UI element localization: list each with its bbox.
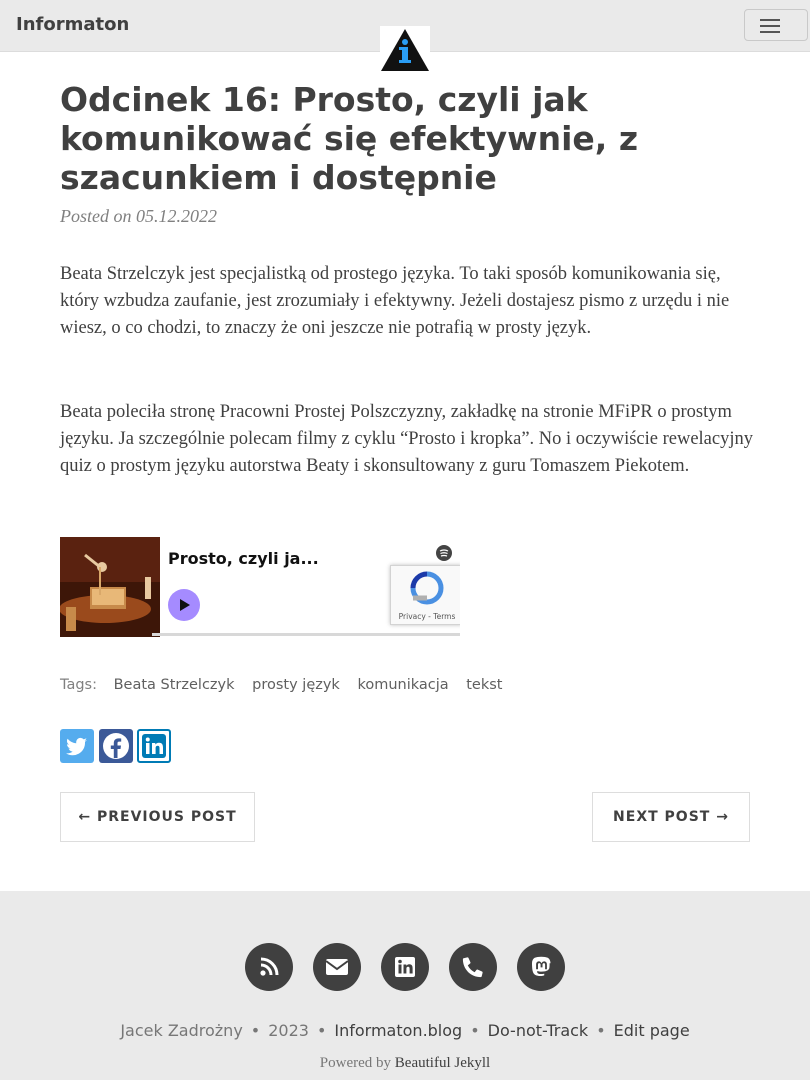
twitter-icon (66, 737, 87, 756)
play-button[interactable] (168, 589, 200, 621)
mastodon-icon (532, 956, 551, 976)
share-facebook-button[interactable] (99, 729, 133, 763)
footer-year: 2023 (268, 1021, 309, 1040)
footer-author: Jacek Zadrożny (120, 1021, 243, 1040)
email-icon (325, 959, 349, 975)
episode-title: Prosto, czyli ja... (168, 549, 319, 568)
spotify-embed[interactable]: Prosto, czyli ja... Privacy - Terms (60, 537, 460, 637)
hamburger-icon (760, 19, 780, 21)
phone-icon (462, 957, 483, 978)
post-meta: Posted on 05.12.2022 (60, 206, 217, 226)
tags-label: Tags: (60, 677, 97, 693)
recaptcha-icon (410, 571, 444, 605)
footer-email-button[interactable] (313, 943, 361, 991)
tag-link[interactable]: prosty język (252, 677, 340, 693)
footer-mastodon-button[interactable] (517, 943, 565, 991)
tag-link[interactable]: tekst (466, 677, 502, 693)
brand-link[interactable]: Informaton (16, 14, 129, 35)
next-post-button[interactable]: NEXT POST → (592, 792, 750, 842)
share-twitter-button[interactable] (60, 729, 94, 763)
progress-bar[interactable] (152, 633, 460, 636)
tags-list: Tags: Beata Strzelczyk prosty język komu… (60, 677, 516, 693)
spotify-icon[interactable] (436, 545, 452, 561)
footer: Jacek Zadrożny • 2023 • Informaton.blog • Do-n… (0, 891, 810, 1080)
recaptcha-badge[interactable]: Privacy - Terms (390, 565, 460, 625)
info-triangle-logo[interactable] (380, 26, 430, 72)
recaptcha-terms[interactable]: Privacy - Terms (391, 612, 460, 621)
powered-by: Powered by Beautiful Jekyll (319, 1055, 491, 1071)
linkedin-icon (395, 957, 415, 977)
post-paragraph-2: Beata poleciła stronę Pracowni Prostej P… (60, 402, 753, 476)
footer-credits: Jacek Zadrożny • 2023 • Informaton.blog • Do-n… (120, 1021, 690, 1040)
post-paragraph-1: Beata Strzelczyk jest specjalistką od pr… (60, 264, 730, 338)
footer-phone-button[interactable] (449, 943, 497, 991)
menu-toggle-button[interactable] (744, 9, 808, 41)
tag-link[interactable]: komunikacja (357, 677, 448, 693)
rss-icon (260, 957, 279, 976)
footer-edit-link[interactable]: Edit page (614, 1021, 690, 1040)
play-icon (180, 599, 190, 611)
facebook-icon (103, 733, 129, 759)
post-title: Odcinek 16: Prosto, czyli jak komunikowa… (60, 80, 639, 197)
footer-dnt-link[interactable]: Do-not-Track (488, 1021, 589, 1040)
footer-site-link[interactable]: Informaton.blog (334, 1021, 462, 1040)
linkedin-icon (142, 734, 166, 758)
episode-cover-art (60, 537, 160, 637)
previous-post-button[interactable]: ← PREVIOUS POST (60, 792, 255, 842)
powered-by-link[interactable]: Beautiful Jekyll (395, 1055, 490, 1071)
footer-linkedin-button[interactable] (381, 943, 429, 991)
tag-link[interactable]: Beata Strzelczyk (114, 677, 235, 693)
share-linkedin-button[interactable] (137, 729, 171, 763)
footer-rss-button[interactable] (245, 943, 293, 991)
